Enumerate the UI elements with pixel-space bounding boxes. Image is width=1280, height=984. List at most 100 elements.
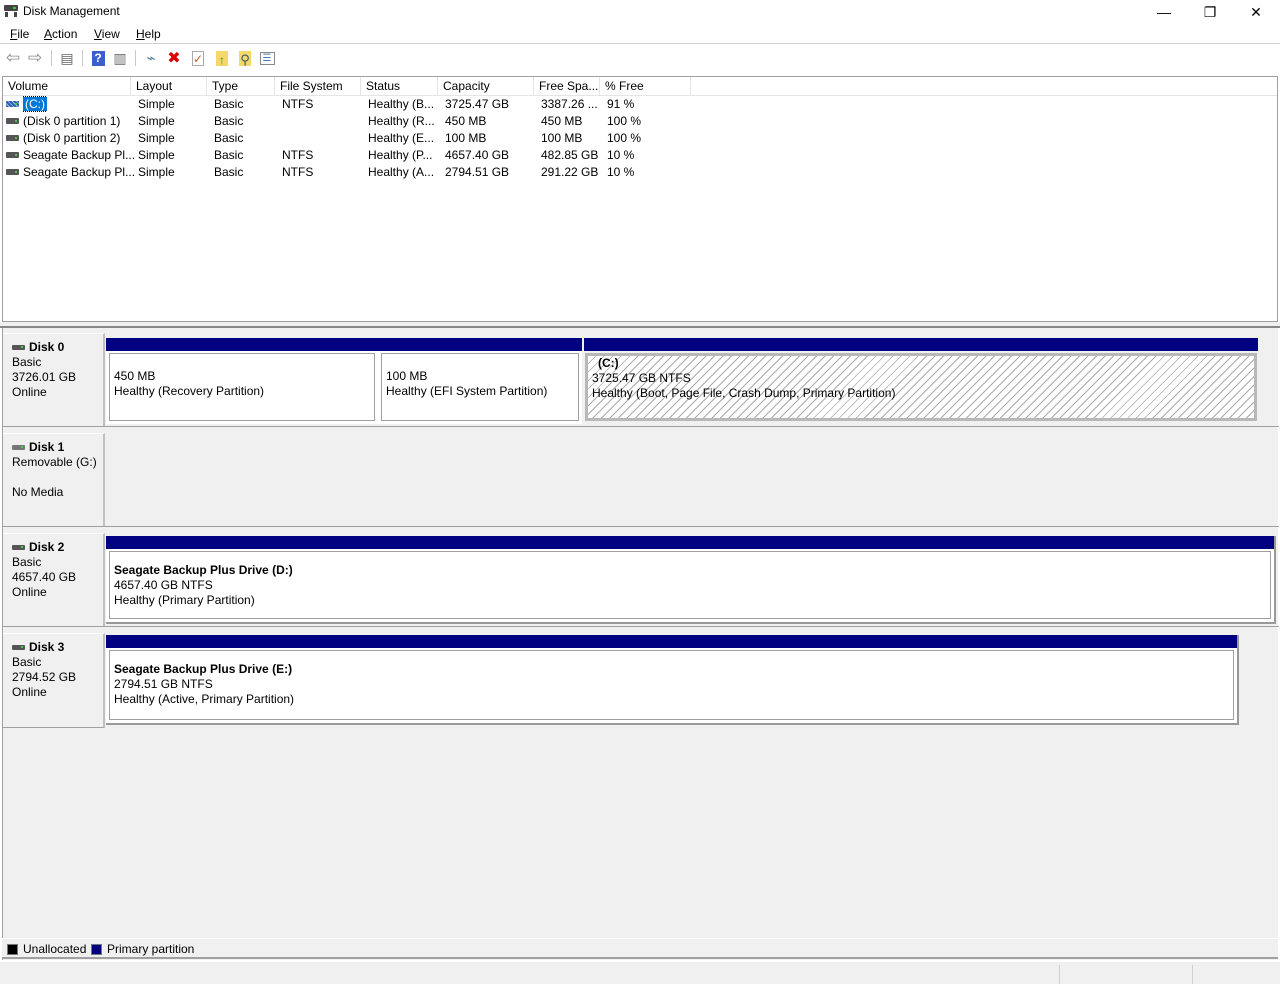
volume-icon (6, 152, 19, 158)
partition-e-drive[interactable]: Seagate Backup Plus Drive (E:) 2794.51 G… (106, 635, 1239, 725)
cell-free: 291.22 GB (541, 165, 599, 179)
toolbar-separator (82, 50, 83, 66)
open-folder-up-icon: ↑ (216, 50, 228, 67)
disk-type: Basic (12, 655, 42, 669)
column-header-free-space[interactable]: Free Spa... (534, 77, 600, 96)
column-header-type[interactable]: Type (207, 77, 275, 96)
partition-size: 3725.47 GB NTFS (592, 371, 691, 385)
help-button[interactable]: ? (89, 49, 107, 67)
menu-help[interactable]: Help (134, 26, 163, 42)
disk-label-2[interactable]: Disk 2 Basic 4657.40 GB Online (3, 533, 105, 626)
connect-virtual-disk-button[interactable]: ⌁ (142, 49, 160, 67)
partition-c-drive[interactable]: (C:) 3725.47 GB NTFS Healthy (Boot, Page… (582, 338, 1260, 424)
settings-list-button[interactable]: ☰ (258, 49, 276, 67)
menu-bar: File Action View Help (0, 24, 1280, 44)
volume-cell: 100 % (607, 113, 641, 130)
cell-capacity: 4657.40 GB (445, 148, 510, 162)
partition-title: (C:) (598, 356, 619, 370)
disk-size: 3726.01 GB (12, 370, 77, 384)
cell-pct: 100 % (607, 114, 642, 128)
column-header-capacity[interactable]: Capacity (438, 77, 534, 96)
disk-name: Disk 0 (29, 340, 65, 354)
volume-row[interactable]: (C:) Simple Basic NTFS Healthy (B... 3725.47 … (3, 96, 1277, 113)
explore-button[interactable]: ⚲ (236, 49, 254, 67)
show-hide-console-tree-icon: ▤ (60, 49, 74, 66)
column-header-volume[interactable]: Volume (3, 77, 131, 96)
volume-cell: Basic (214, 164, 243, 181)
volume-cell: (Disk 0 partition 2) (23, 130, 120, 147)
restore-icon: ❐ (1203, 3, 1217, 20)
cell-capacity: 2794.51 GB (445, 165, 510, 179)
minimize-button[interactable]: — (1141, 0, 1187, 24)
cell-fs: NTFS (282, 165, 314, 179)
partition-status: Healthy (Boot, Page File, Crash Dump, Pr… (592, 386, 896, 400)
disk-graphical-view: Disk 0 Basic 3726.01 GB Online 450 MB He… (2, 328, 1279, 960)
show-hide-console-tree-button[interactable]: ▤ (58, 49, 76, 67)
disk-row-2: Disk 2 Basic 4657.40 GB Online Seagate B… (3, 528, 1279, 627)
volume-cell: 482.85 GB (541, 147, 598, 164)
partition-title: Seagate Backup Plus Drive (E:) (114, 662, 293, 676)
volume-cell: Seagate Backup Pl... (23, 147, 135, 164)
cell-fs: NTFS (282, 97, 314, 111)
volume-cell: Healthy (R... (368, 113, 435, 130)
volume-row[interactable]: (Disk 0 partition 1) Simple Basic Healthy (… (3, 113, 1277, 130)
volume-cell: 3725.47 GB (445, 96, 509, 113)
back-button[interactable]: ⇦ (4, 48, 22, 67)
cell-volume: Seagate Backup Pl... (23, 165, 136, 179)
column-header-file-system[interactable]: File System (275, 77, 361, 96)
partition-recovery[interactable]: 450 MB Healthy (Recovery Partition) (106, 338, 378, 424)
volume-cell: 100 MB (445, 130, 486, 147)
removable-disk-icon (12, 445, 25, 450)
delete-button[interactable]: ✖ (165, 49, 183, 67)
partition-efi[interactable]: 100 MB Healthy (EFI System Partition) (378, 338, 582, 424)
hard-disk-icon (12, 545, 25, 550)
menu-action[interactable]: Action (42, 26, 79, 42)
volume-cell: NTFS (282, 96, 313, 113)
partition-d-drive[interactable]: Seagate Backup Plus Drive (D:) 4657.40 G… (106, 536, 1276, 624)
partition-size: 4657.40 GB NTFS (114, 578, 213, 592)
disk-row-1: Disk 1 Removable (G:) No Media (3, 428, 1279, 527)
partition-size: 450 MB (114, 369, 156, 383)
volume-row[interactable]: Seagate Backup Pl... Simple Basic NTFS Healt… (3, 147, 1277, 164)
volume-row[interactable]: Seagate Backup Pl... Simple Basic NTFS Healt… (3, 164, 1277, 181)
disk-size (12, 470, 103, 485)
title-bar: Disk Management — ❐ ✕ (0, 0, 1280, 24)
disk-name: Disk 3 (29, 640, 65, 654)
column-header-status[interactable]: Status (361, 77, 438, 96)
close-button[interactable]: ✕ (1233, 0, 1279, 24)
volume-cell: Healthy (A... (368, 164, 434, 181)
forward-button[interactable]: ⇨ (26, 48, 44, 67)
partition-status: Healthy (EFI System Partition) (386, 384, 548, 398)
status-bar-separator (1059, 965, 1060, 984)
legend: Unallocated Primary partition (2, 938, 1278, 959)
properties-button[interactable]: ✓ (189, 49, 207, 67)
partition-body-selected: (C:) 3725.47 GB NTFS Healthy (Boot, Page… (585, 353, 1257, 421)
restore-button[interactable]: ❐ (1187, 0, 1233, 24)
volume-cell: Simple (138, 147, 175, 164)
partition-status: Healthy (Recovery Partition) (114, 384, 265, 398)
column-header-layout[interactable]: Layout (131, 77, 207, 96)
disk-label-3[interactable]: Disk 3 Basic 2794.52 GB Online (3, 633, 105, 728)
disk-label-1[interactable]: Disk 1 Removable (G:) No Media (3, 433, 105, 526)
partition-status: Healthy (Active, Primary Partition) (114, 692, 295, 706)
partition-body: 100 MB Healthy (EFI System Partition) (381, 353, 579, 421)
volume-row[interactable]: (Disk 0 partition 2) Simple Basic Healthy (… (3, 130, 1277, 147)
cell-layout: Simple (138, 148, 175, 162)
partition-size: 100 MB (386, 369, 428, 383)
cell-status: Healthy (P... (368, 148, 433, 162)
cell-layout: Simple (138, 165, 175, 179)
volume-cell: 450 MB (541, 113, 582, 130)
show-hide-action-pane-button[interactable]: ▥ (111, 49, 129, 67)
open-button[interactable]: ↑ (213, 49, 231, 67)
cell-free: 3387.26 ... (541, 97, 598, 111)
menu-file[interactable]: File (8, 26, 31, 42)
volume-icon (6, 169, 19, 175)
partition-body: Seagate Backup Plus Drive (D:) 4657.40 G… (109, 551, 1271, 619)
volume-cell: Basic (214, 96, 243, 113)
disk-size: 4657.40 GB (12, 570, 77, 584)
volume-cell: Healthy (B... (368, 96, 434, 113)
column-header-percent-free[interactable]: % Free (600, 77, 691, 96)
menu-view[interactable]: View (92, 26, 122, 42)
disk-label-0[interactable]: Disk 0 Basic 3726.01 GB Online (3, 333, 105, 426)
disk-state: Online (12, 585, 47, 599)
